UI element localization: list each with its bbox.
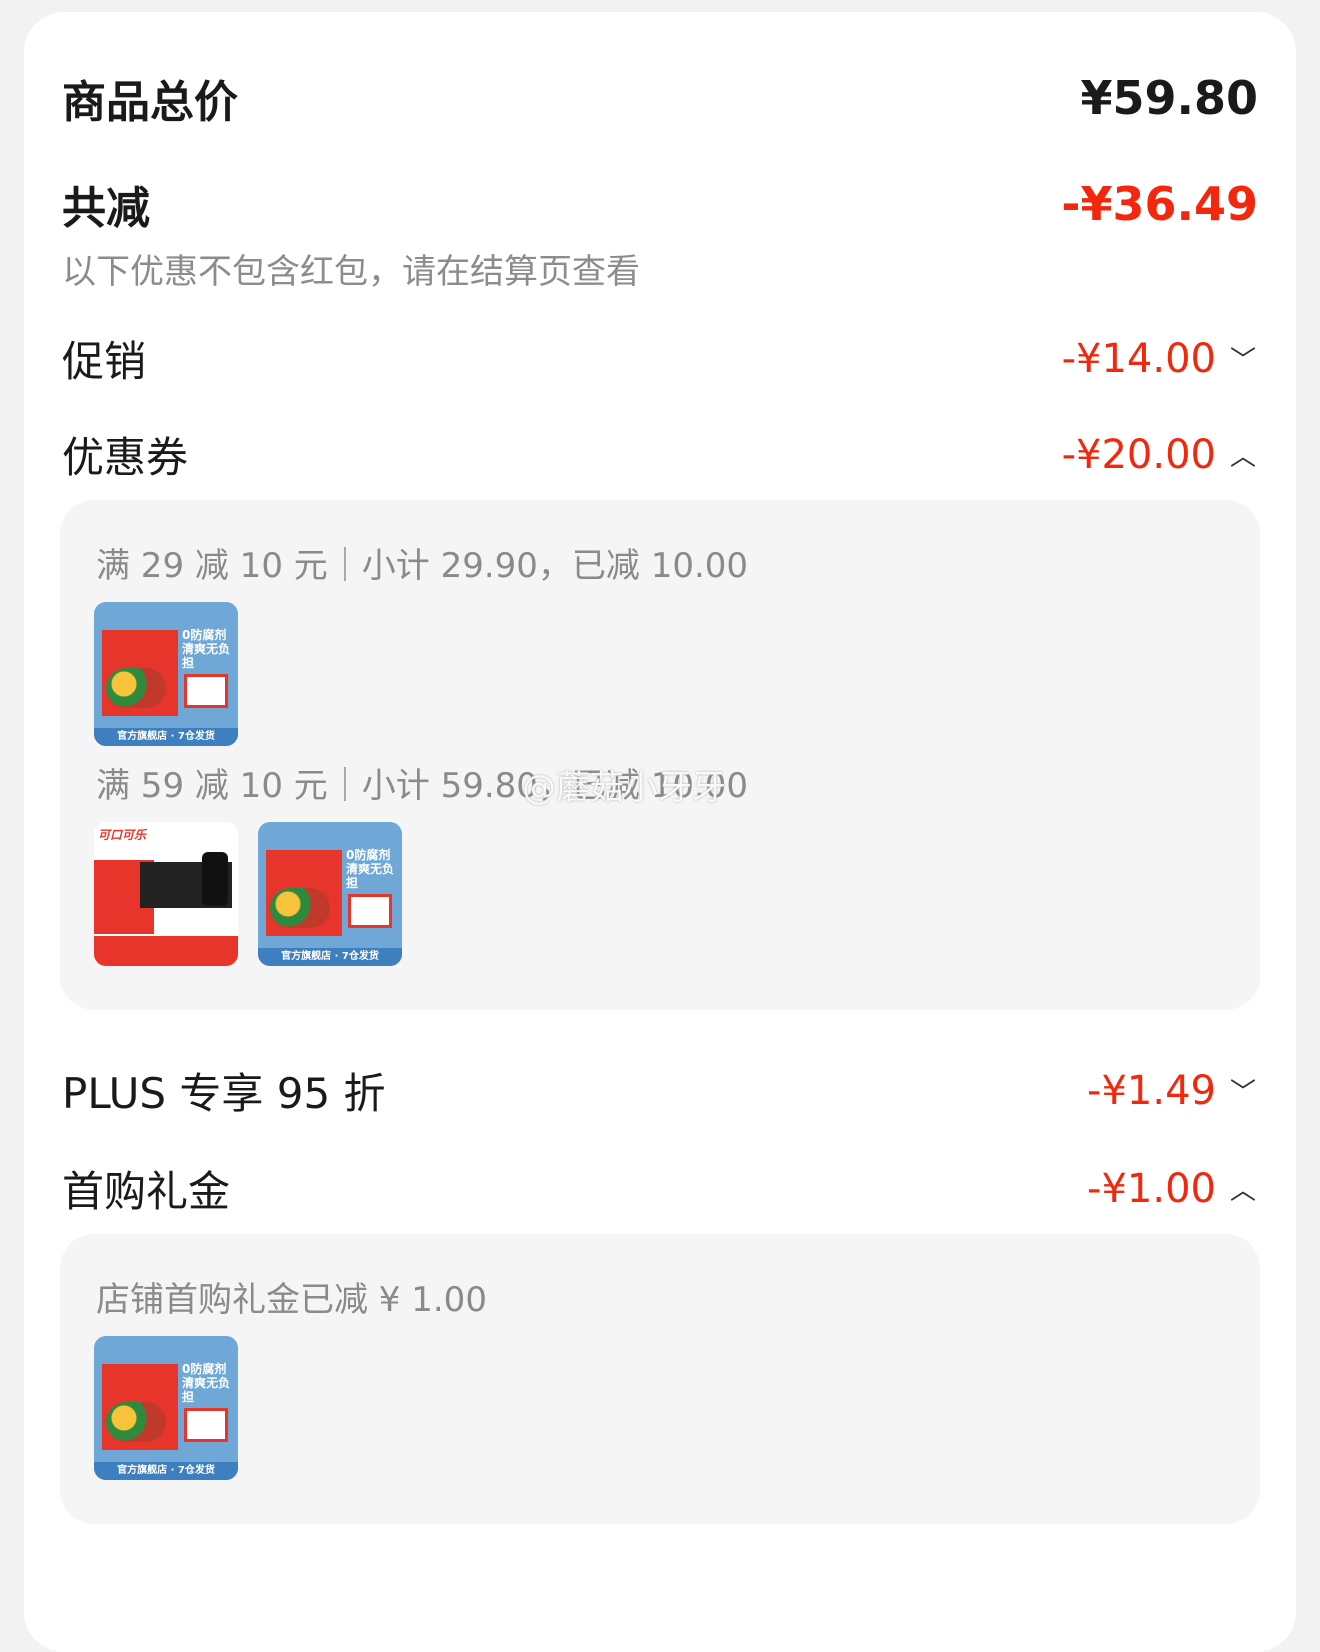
gift-detail-text: 店铺首购礼金已减 ¥ 1.00 xyxy=(96,1280,487,1320)
coupon-row[interactable]: 优惠券 -¥20.00 ︿ xyxy=(62,424,1258,485)
product-thumbnail-veg[interactable]: 0防腐剂 清爽无负担 官方旗舰店 · 7仓发货 xyxy=(94,602,238,746)
product-thumbnail-veg-3[interactable]: 0防腐剂 清爽无负担 官方旗舰店 · 7仓发货 xyxy=(94,1336,238,1480)
gift-detail-panel: 店铺首购礼金已减 ¥ 1.00 0防腐剂 清爽无负担 官方旗舰店 · 7仓发货 xyxy=(60,1234,1260,1524)
total-price-row: 商品总价 ¥59.80 xyxy=(62,66,1258,130)
total-reduce-value: -¥36.49 xyxy=(1061,177,1258,231)
chevron-up-icon[interactable]: ︿ xyxy=(1228,436,1258,473)
coupon-amount: -¥20.00 ︿ xyxy=(1062,432,1258,478)
discount-detail-card: 商品总价 ¥59.80 共减 -¥36.49 以下优惠不包含红包，请在结算页查看… xyxy=(24,12,1296,1652)
product-slogan: 0防腐剂 清爽无负担 xyxy=(182,1362,231,1404)
first-purchase-gift-row[interactable]: 首购礼金 -¥1.00 ︿ xyxy=(62,1158,1258,1219)
coupon-rule-2-title: 满 59 减 10 元 xyxy=(96,766,328,806)
coupon-detail-panel: 满 29 减 10 元小计 29.90，已减 10.00 0防腐剂 清爽无负担 … xyxy=(60,500,1260,1010)
plus-discount-label: PLUS 专享 95 折 xyxy=(62,1069,386,1118)
vegetable-image xyxy=(270,888,330,928)
can-image xyxy=(202,852,228,906)
product-thumbnail-cola[interactable]: 可口可乐 xyxy=(94,822,238,966)
coupon-label: 优惠券 xyxy=(62,433,189,482)
total-price-value: ¥59.80 xyxy=(1080,71,1258,125)
chevron-up-icon[interactable]: ︿ xyxy=(1228,1170,1258,1207)
cola-logo: 可口可乐 xyxy=(98,828,147,842)
first-purchase-gift-label: 首购礼金 xyxy=(62,1167,231,1216)
vegetable-image xyxy=(106,1402,166,1442)
total-price-label: 商品总价 xyxy=(62,77,238,128)
promo-strip xyxy=(94,936,238,966)
product-pack-image xyxy=(184,674,228,708)
chevron-down-icon[interactable]: ﹀ xyxy=(1228,340,1258,377)
first-purchase-gift-amount: -¥1.00 ︿ xyxy=(1087,1166,1258,1212)
promotion-row[interactable]: 促销 -¥14.00 ﹀ xyxy=(62,328,1258,389)
coupon-rule-1: 满 29 减 10 元小计 29.90，已减 10.00 xyxy=(96,538,748,587)
product-pack-image xyxy=(184,1408,228,1442)
first-purchase-gift-value: -¥1.00 xyxy=(1087,1165,1216,1212)
plus-discount-row[interactable]: PLUS 专享 95 折 -¥1.49 ﹀ xyxy=(62,1060,1258,1121)
plus-discount-amount: -¥1.49 ﹀ xyxy=(1087,1068,1258,1114)
promotion-amount: -¥14.00 ﹀ xyxy=(1062,336,1258,382)
divider xyxy=(343,767,346,801)
divider xyxy=(343,547,346,581)
coupon-rule-1-detail: 小计 29.90，已减 10.00 xyxy=(361,546,749,586)
watermark: @蘑菇小牙牙 xyxy=(522,768,726,808)
plus-discount-value: -¥1.49 xyxy=(1087,1067,1216,1114)
product-pack-image xyxy=(348,894,392,928)
total-reduce-label: 共减 xyxy=(62,183,150,234)
product-thumbnail-veg-2[interactable]: 0防腐剂 清爽无负担 官方旗舰店 · 7仓发货 xyxy=(258,822,402,966)
product-band: 官方旗舰店 · 7仓发货 xyxy=(258,948,402,966)
chevron-down-icon[interactable]: ﹀ xyxy=(1228,1072,1258,1109)
vegetable-image xyxy=(106,668,166,708)
total-reduce-row: 共减 -¥36.49 xyxy=(62,172,1258,236)
reduce-note: 以下优惠不包含红包，请在结算页查看 xyxy=(62,252,640,292)
coupon-rule-1-title: 满 29 减 10 元 xyxy=(96,546,328,586)
coupon-value: -¥20.00 xyxy=(1061,431,1216,478)
promotion-label: 促销 xyxy=(62,337,147,386)
product-band: 官方旗舰店 · 7仓发货 xyxy=(94,728,238,746)
product-slogan: 0防腐剂 清爽无负担 xyxy=(182,628,231,670)
promotion-value: -¥14.00 xyxy=(1061,335,1216,382)
product-band: 官方旗舰店 · 7仓发货 xyxy=(94,1462,238,1480)
product-slogan: 0防腐剂 清爽无负担 xyxy=(346,848,395,890)
